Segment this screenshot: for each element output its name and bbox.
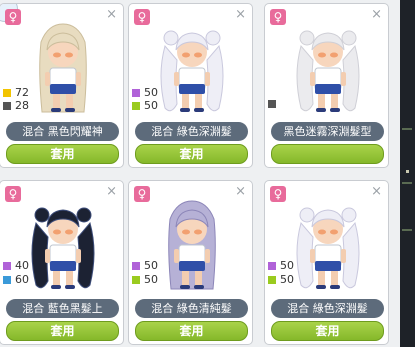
- dye-ratio-value: 50: [144, 259, 158, 272]
- female-icon: ♀: [5, 186, 21, 202]
- color-swatch: [3, 276, 11, 284]
- dye-ratio-stat: 72: [3, 87, 29, 99]
- apply-button[interactable]: 套用: [271, 321, 384, 341]
- dye-ratio-stat: 50: [132, 100, 158, 112]
- hair-name-label: 混合 綠色深淵髮: [135, 122, 248, 141]
- character-avatar: [157, 20, 227, 116]
- color-swatch: [132, 276, 140, 284]
- apply-button[interactable]: 套用: [135, 321, 248, 341]
- character-avatar: [293, 20, 363, 116]
- color-swatch: [3, 89, 11, 97]
- character-avatar: [28, 20, 98, 116]
- dye-ratio-stat: 60: [3, 274, 29, 286]
- hair-name-label: 混合 綠色深淵髮: [271, 299, 384, 318]
- close-icon[interactable]: ×: [235, 184, 246, 200]
- character-avatar: [157, 197, 227, 293]
- color-swatch: [3, 102, 11, 110]
- dye-ratio-value: 50: [280, 273, 294, 286]
- apply-button[interactable]: 套用: [6, 321, 119, 341]
- dye-ratio-stat: 28: [3, 100, 29, 112]
- dye-ratio-stat: 50: [132, 274, 158, 286]
- female-icon: ♀: [5, 9, 21, 25]
- dye-ratio-value: 50: [144, 273, 158, 286]
- color-swatch: [132, 262, 140, 270]
- background-window-edge: [400, 0, 415, 347]
- hair-preset-card[interactable]: ♀ × 50 50 混合 綠色深淵髮 套用: [264, 180, 389, 345]
- hair-preset-card[interactable]: ♀ × 40 60 混合 藍色黑髮上 套用: [0, 180, 124, 345]
- dye-ratio-value: 50: [144, 86, 158, 99]
- dye-ratio-stat: [268, 100, 280, 108]
- female-icon: ♀: [270, 9, 286, 25]
- dye-ratio-value: 40: [15, 259, 29, 272]
- dye-ratio-stat: 50: [268, 260, 294, 272]
- close-icon[interactable]: ×: [106, 7, 117, 23]
- close-icon[interactable]: ×: [371, 184, 382, 200]
- apply-button[interactable]: [271, 144, 384, 164]
- hair-name-label: 黑色迷霧深淵髮型: [271, 122, 384, 141]
- color-swatch: [132, 89, 140, 97]
- dye-ratio-stat: 50: [268, 274, 294, 286]
- dye-ratio-value: 50: [280, 259, 294, 272]
- apply-button[interactable]: 套用: [6, 144, 119, 164]
- hair-name-label: 混合 黑色閃耀神: [6, 122, 119, 141]
- dye-ratio-value: 28: [15, 99, 29, 112]
- hair-preset-card[interactable]: ♀ × 黑色迷霧深淵髮型: [264, 3, 389, 168]
- dye-ratio-value: 50: [144, 99, 158, 112]
- color-swatch: [268, 276, 276, 284]
- female-icon: ♀: [270, 186, 286, 202]
- hair-preset-card[interactable]: ♀ × 72 28 混合 黑色閃耀神 套用: [0, 3, 124, 168]
- female-icon: ♀: [134, 9, 150, 25]
- color-swatch: [3, 262, 11, 270]
- close-icon[interactable]: ×: [371, 7, 382, 23]
- female-icon: ♀: [134, 186, 150, 202]
- color-swatch: [132, 102, 140, 110]
- color-swatch: [268, 262, 276, 270]
- character-avatar: [28, 197, 98, 293]
- apply-button[interactable]: 套用: [135, 144, 248, 164]
- color-swatch: [268, 100, 276, 108]
- hair-name-label: 混合 綠色清純髮: [135, 299, 248, 318]
- close-icon[interactable]: ×: [106, 184, 117, 200]
- dye-ratio-value: 72: [15, 86, 29, 99]
- hair-preset-card[interactable]: ♀ × 50 50 混合 綠色清純髮 套用: [128, 180, 253, 345]
- dye-ratio-stat: 50: [132, 87, 158, 99]
- dye-ratio-stat: 40: [3, 260, 29, 272]
- dye-ratio-value: 60: [15, 273, 29, 286]
- dye-ratio-stat: 50: [132, 260, 158, 272]
- hair-name-label: 混合 藍色黑髮上: [6, 299, 119, 318]
- character-avatar: [293, 197, 363, 293]
- hair-preset-card[interactable]: ♀ × 50 50 混合 綠色深淵髮 套用: [128, 3, 253, 168]
- close-icon[interactable]: ×: [235, 7, 246, 23]
